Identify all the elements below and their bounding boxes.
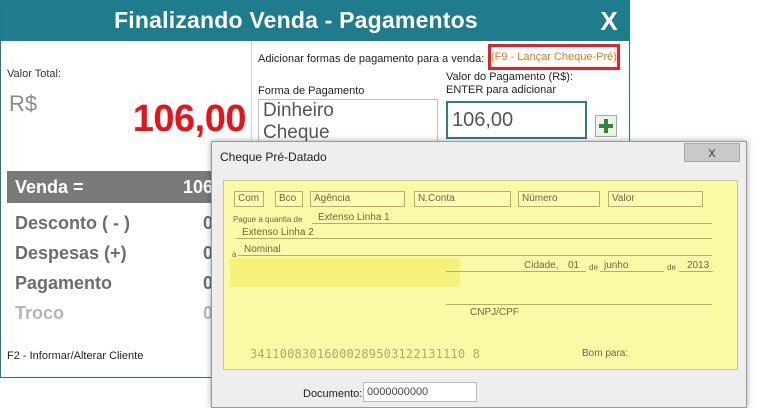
- cidade-line: [446, 271, 564, 272]
- desconto-label: Desconto ( - ): [15, 213, 130, 233]
- cheque-form: Com Bco Agência N.Conta Número Valor Pag…: [223, 180, 738, 370]
- adicionar-label: Adicionar formas de pagamento para a ven…: [258, 53, 485, 65]
- de-label-1: de: [589, 263, 598, 272]
- ano-field[interactable]: 2013: [687, 260, 709, 271]
- add-payment-button[interactable]: [595, 115, 617, 137]
- despesas-label: Despesas (+): [15, 243, 127, 263]
- dia-line: [562, 271, 586, 272]
- cheque-nconta-field[interactable]: N.Conta: [414, 191, 511, 207]
- pagamento-label: Pagamento: [15, 273, 113, 293]
- nominal-line: [238, 255, 712, 256]
- valor-total-amount: 106,00: [132, 98, 247, 140]
- cheque-dialog-title: Cheque Pré-Datado: [220, 150, 327, 164]
- forma-pagamento-label: Forma de Pagamento: [258, 85, 365, 97]
- window-title: Finalizando Venda - Pagamentos: [114, 7, 478, 33]
- lancar-cheque-pre-button[interactable]: (F9 - Lançar Cheque-Pré): [488, 44, 620, 70]
- cheque-dialog-close-button[interactable]: x: [684, 143, 740, 162]
- micr-code: 34110083016000289503122131110 8: [250, 347, 481, 361]
- mes-line: [600, 271, 664, 272]
- cheque-valor-field[interactable]: Valor: [608, 191, 703, 207]
- a-label: a: [232, 250, 237, 259]
- cheque-highlight: [230, 258, 460, 287]
- venda-value: 106: [183, 177, 214, 197]
- cheque-agencia-field[interactable]: Agência: [310, 191, 405, 207]
- cheque-com-field[interactable]: Com: [234, 191, 264, 207]
- documento-label: Documento:: [303, 388, 363, 400]
- valor-pagamento-input[interactable]: 106,00: [446, 101, 587, 139]
- valor-pagamento-label: Valor do Pagamento (R$): ENTER para adic…: [446, 71, 573, 97]
- de-label-2: de: [667, 263, 676, 272]
- bom-para-label: Bom para:: [582, 348, 629, 359]
- venda-label: Venda =: [15, 177, 84, 197]
- cheque-numero-field[interactable]: Número: [518, 191, 600, 207]
- pague-label: Pague a quantia de: [233, 215, 303, 224]
- documento-input[interactable]: 0000000000: [363, 382, 477, 402]
- cheque-dialog: Cheque Pré-Datado x Com Bco Agência N.Co…: [211, 141, 747, 408]
- troco-label: Troco: [15, 303, 65, 323]
- extenso-linha-2[interactable]: Extenso Linha 2: [242, 227, 314, 238]
- plus-icon: [599, 119, 613, 133]
- forma-pagamento-list[interactable]: Dinheiro Cheque: [258, 99, 438, 145]
- extenso-line-1: [312, 223, 712, 224]
- forma-item-dinheiro[interactable]: Dinheiro: [259, 100, 437, 122]
- extenso-linha-1[interactable]: Extenso Linha 1: [318, 212, 390, 223]
- nominal-field[interactable]: Nominal: [244, 244, 281, 255]
- cidade-field[interactable]: Cidade,: [524, 260, 558, 271]
- cnpj-label: CNPJ/CPF: [470, 307, 519, 318]
- dia-field[interactable]: 01: [568, 260, 579, 271]
- mes-field[interactable]: junho: [604, 260, 628, 271]
- ano-line: [679, 271, 713, 272]
- f2-hint: F2 - Informar/Alterar Cliente: [7, 350, 144, 362]
- extenso-line-2: [236, 238, 712, 239]
- valor-pagamento-label-line-1: Valor do Pagamento (R$):: [446, 71, 573, 83]
- currency-symbol: R$: [9, 91, 38, 116]
- close-button[interactable]: X: [590, 3, 628, 39]
- title-bar: Finalizando Venda - Pagamentos X: [1, 1, 630, 41]
- valor-total-label: Valor Total:: [7, 68, 62, 80]
- cnpj-line: [446, 304, 712, 305]
- valor-pagamento-label-line-2: ENTER para adicionar: [446, 84, 557, 96]
- cheque-bco-field[interactable]: Bco: [275, 191, 303, 207]
